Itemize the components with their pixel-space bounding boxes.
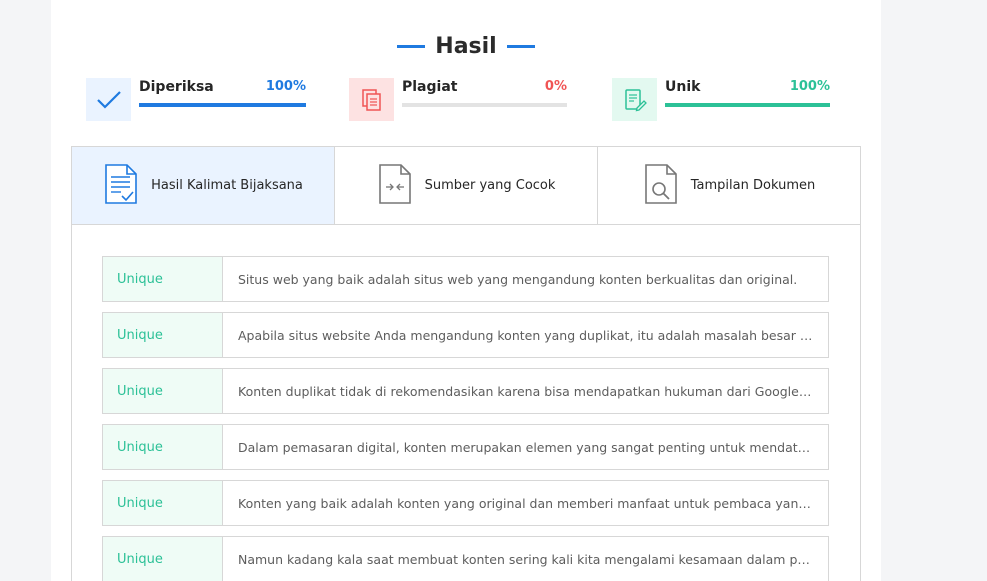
stat-plagiarism-progress xyxy=(402,103,567,107)
stats-bar: Diperiksa 100% Plagiat 0% Unik 100% xyxy=(51,78,881,122)
result-row[interactable]: Unique Konten duplikat tidak di rekomend… xyxy=(102,368,829,414)
result-row[interactable]: Unique Konten yang baik adalah konten ya… xyxy=(102,480,829,526)
result-row[interactable]: Unique Apabila situs website Anda mengan… xyxy=(102,312,829,358)
result-sentence: Namun kadang kala saat membuat konten se… xyxy=(238,551,814,567)
results-panel: Hasil Diperiksa 100% Plagiat 0% Unik 100… xyxy=(51,0,881,581)
tab-sentence-results-label: Hasil Kalimat Bijaksana xyxy=(151,178,303,193)
document-compare-icon xyxy=(377,163,413,209)
stat-checked-value: 100% xyxy=(265,79,306,94)
tab-document-view-label: Tampilan Dokumen xyxy=(690,178,816,193)
page-title: Hasil xyxy=(435,33,497,59)
result-sentence: Dalam pemasaran digital, konten merupaka… xyxy=(238,439,814,455)
status-badge: Unique xyxy=(103,257,223,301)
heading-dash-right xyxy=(506,44,535,48)
stat-checked-progress xyxy=(139,103,306,107)
result-sentence: Apabila situs website Anda mengandung ko… xyxy=(238,327,814,343)
check-icon xyxy=(86,78,131,121)
edit-document-icon xyxy=(612,78,657,121)
tab-matching-sources[interactable]: Sumber yang Cocok xyxy=(335,147,598,224)
stat-plagiarism-value: 0% xyxy=(544,79,567,94)
stat-checked-label: Diperiksa xyxy=(139,79,214,95)
stat-checked: Diperiksa 100% xyxy=(86,78,306,122)
copy-document-icon xyxy=(349,78,394,121)
result-sentence: Situs web yang baik adalah situs web yan… xyxy=(238,271,798,287)
stat-plagiarism: Plagiat 0% xyxy=(349,78,567,122)
results-list: Unique Situs web yang baik adalah situs … xyxy=(71,224,861,581)
stat-unique-value: 100% xyxy=(789,79,830,94)
result-row[interactable]: Unique Namun kadang kala saat membuat ko… xyxy=(102,536,829,581)
document-check-icon xyxy=(103,163,139,209)
status-badge: Unique xyxy=(103,425,223,469)
stat-plagiarism-label: Plagiat xyxy=(402,79,458,95)
tab-sentence-results[interactable]: Hasil Kalimat Bijaksana xyxy=(72,147,335,224)
tab-document-view[interactable]: Tampilan Dokumen xyxy=(598,147,860,224)
stat-unique-progress xyxy=(665,103,830,107)
heading-dash-left xyxy=(397,44,426,48)
stat-unique-label: Unik xyxy=(665,79,701,95)
status-badge: Unique xyxy=(103,369,223,413)
tab-matching-sources-label: Sumber yang Cocok xyxy=(424,178,556,193)
status-badge: Unique xyxy=(103,481,223,525)
result-row[interactable]: Unique Dalam pemasaran digital, konten m… xyxy=(102,424,829,470)
status-badge: Unique xyxy=(103,537,223,581)
document-search-icon xyxy=(643,163,679,209)
result-tabs: Hasil Kalimat Bijaksana Sumber yang Coco… xyxy=(71,146,861,225)
results-heading: Hasil xyxy=(51,30,881,62)
result-sentence: Konten yang baik adalah konten yang orig… xyxy=(238,495,814,511)
status-badge: Unique xyxy=(103,313,223,357)
result-row[interactable]: Unique Situs web yang baik adalah situs … xyxy=(102,256,829,302)
stat-unique: Unik 100% xyxy=(612,78,830,122)
result-sentence: Konten duplikat tidak di rekomendasikan … xyxy=(238,383,814,399)
